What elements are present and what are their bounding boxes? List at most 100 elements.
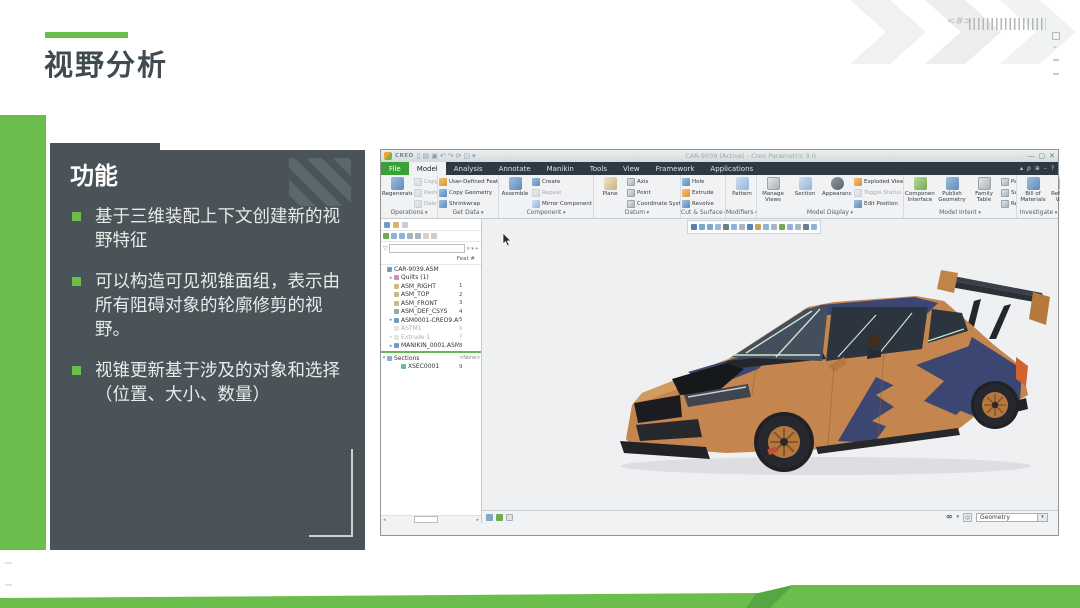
restore-icon[interactable]: ▢ [1039,152,1046,160]
tab-applications[interactable]: Applications [702,162,761,175]
open-file-icon[interactable]: ▤ [423,152,430,160]
model-notes-icon[interactable] [496,514,503,521]
scrollbar-thumb[interactable] [414,516,438,523]
graphics-canvas[interactable]: ∞ ▾ ◎ Geometry ▾ [482,219,1058,523]
folder-browser-tab-icon[interactable] [393,222,399,228]
perspective-icon[interactable] [795,224,801,230]
tree-row-extrude1[interactable]: ▸ Extrude 17 [381,333,481,342]
tab-manikin[interactable]: Manikin [539,162,582,175]
add-filter-icon[interactable]: + [475,246,479,252]
ribbon-item-toggle-status[interactable]: Toggle Status [854,188,904,198]
collapse-all-icon[interactable] [399,233,405,239]
tree-row-root[interactable]: CAR-9039.ASM [381,265,481,274]
undo-icon[interactable]: ↶ [440,152,446,160]
ribbon-item-extrude[interactable]: Extrude [682,188,714,198]
view-manager-icon[interactable] [747,224,753,230]
ribbon-item-mirror-component[interactable]: Mirror Component [532,199,592,209]
repaint-icon[interactable] [715,224,721,230]
ribbon-item-hole[interactable]: Hole [682,177,714,187]
tree-row-asm-right[interactable]: ASM_RIGHT1 [381,282,481,291]
selection-filter-combobox[interactable]: Geometry ▾ [976,513,1048,522]
minimize-ribbon-icon[interactable]: – [1044,165,1047,172]
ribbon-item-edit-position[interactable]: Edit Position [854,199,904,209]
show-icon[interactable] [383,233,389,239]
zoom-out-icon[interactable] [707,224,713,230]
collapse-ribbon-icon[interactable]: ▴ [1020,165,1023,172]
ribbon-item-coordinate-system[interactable]: Coordinate System [627,199,681,209]
ribbon-item-pattern[interactable]: Pattern [727,177,757,197]
tab-file[interactable]: File [381,162,409,175]
group-label-cut-surface[interactable]: Cut & Surface [681,209,725,218]
ribbon-item-user-defined-feature[interactable]: User-Defined Feature [439,177,499,187]
tree-row-asm-front[interactable]: ASM_FRONT3 [381,299,481,308]
group-label-component[interactable]: Component [499,209,593,218]
group-label-model-display[interactable]: Model Display [757,209,903,218]
tree-row-manikin[interactable]: ▸ MANIKIN_0001.ASM8 [381,342,481,351]
tree-filter-input[interactable] [389,244,465,253]
ribbon-item-delete[interactable]: Delete [414,199,438,209]
shading-icon[interactable] [723,224,729,230]
annotation-icon[interactable] [787,224,793,230]
settings-icon[interactable] [423,233,429,239]
model-tree-tab-icon[interactable] [384,222,390,228]
tree-row-asm0001[interactable]: ▸ ASM0001-CREO9.ASM5 [381,316,481,325]
tree-row-astm1[interactable]: ASTM16 [381,325,481,334]
filter-tool-icon[interactable]: ◎ [963,513,972,522]
scroll-right-icon[interactable]: ▸ [476,517,479,523]
tree-row-asm-def-csys[interactable]: ASM_DEF_CSYS4 [381,308,481,317]
help-icon[interactable]: ? [1051,165,1054,172]
windows-icon[interactable]: ◳ [463,152,470,160]
favorites-tab-icon[interactable] [402,222,408,228]
group-label-get-data[interactable]: Get Data [438,209,498,218]
tree-row-quilts[interactable]: ▸ Quilts (1) [381,274,481,283]
group-label-operations[interactable]: Operations [381,209,437,218]
group-label-modifiers[interactable]: Modifiers [726,209,756,218]
tree-row-xsec0001[interactable]: XSEC00019 [381,363,481,372]
regenerate-icon[interactable]: ⟳ [456,152,462,160]
new-file-icon[interactable]: ▯ [417,152,421,160]
ribbon-item-exploded-view[interactable]: Exploded View [854,177,904,187]
tab-model[interactable]: Model [409,162,446,175]
ribbon-item-relations[interactable]: Relations [1001,199,1017,209]
options-icon[interactable]: ⊕ [1035,165,1040,172]
ribbon-item-copy-geometry[interactable]: Copy Geometry [439,188,499,198]
ribbon-item-manage-views[interactable]: Manage Views [758,177,788,203]
scroll-left-icon[interactable]: ◂ [383,517,386,523]
ribbon-item-revolve[interactable]: Revolve [682,199,714,209]
group-label-investigate[interactable]: Investigate [1017,209,1060,218]
tree-filters-icon[interactable] [407,233,413,239]
tree-row-sections[interactable]: ▾ Sections<None> [381,354,481,363]
tab-tools[interactable]: Tools [582,162,615,175]
ribbon-item-reference-viewer[interactable]: Reference Viewer [1050,177,1060,203]
expand-all-icon[interactable] [391,233,397,239]
ribbon-item-bill-of-materials[interactable]: Bill of Materials [1018,177,1048,203]
ribbon-item-switch-dimensions[interactable]: Switch Dimensions [1001,188,1017,198]
filter-options-icon[interactable]: ▾ [471,246,474,252]
search-options-caret-icon[interactable]: ▾ [956,514,959,520]
save-icon[interactable]: ▣ [431,152,438,160]
group-label-model-intent[interactable]: Model Intent [904,209,1016,218]
combobox-dropdown-icon[interactable]: ▾ [1037,514,1047,521]
appearance-icon[interactable] [755,224,761,230]
tree-horizontal-scrollbar[interactable]: ◂ ▸ [381,515,481,523]
ribbon-item-axis[interactable]: Axis [627,177,681,187]
ribbon-item-appearances[interactable]: Appearances [822,177,852,197]
display-style-icon[interactable] [731,224,737,230]
ribbon-item-regenerate[interactable]: Regenerate [382,177,412,197]
tree-row-asm-top[interactable]: ASM_TOP2 [381,291,481,300]
more-commands-icon[interactable]: ▾ [472,152,476,160]
group-label-datum[interactable]: Datum [594,209,680,218]
ribbon-item-publish-geometry[interactable]: Publish Geometry [937,177,967,203]
tree-columns-icon[interactable] [415,233,421,239]
ribbon-item-create[interactable]: Create [532,177,592,187]
ribbon-item-section[interactable]: Section [790,177,820,197]
saved-views-icon[interactable] [739,224,745,230]
notebook-icon[interactable] [506,514,513,521]
minimize-icon[interactable]: — [1028,152,1035,160]
close-icon[interactable]: ✕ [1049,152,1055,160]
redo-icon[interactable]: ↷ [448,152,454,160]
ribbon-item-point[interactable]: Point [627,188,681,198]
spin-center-icon[interactable] [779,224,785,230]
car-3d-model[interactable] [576,245,1056,485]
search-icon[interactable] [431,233,437,239]
